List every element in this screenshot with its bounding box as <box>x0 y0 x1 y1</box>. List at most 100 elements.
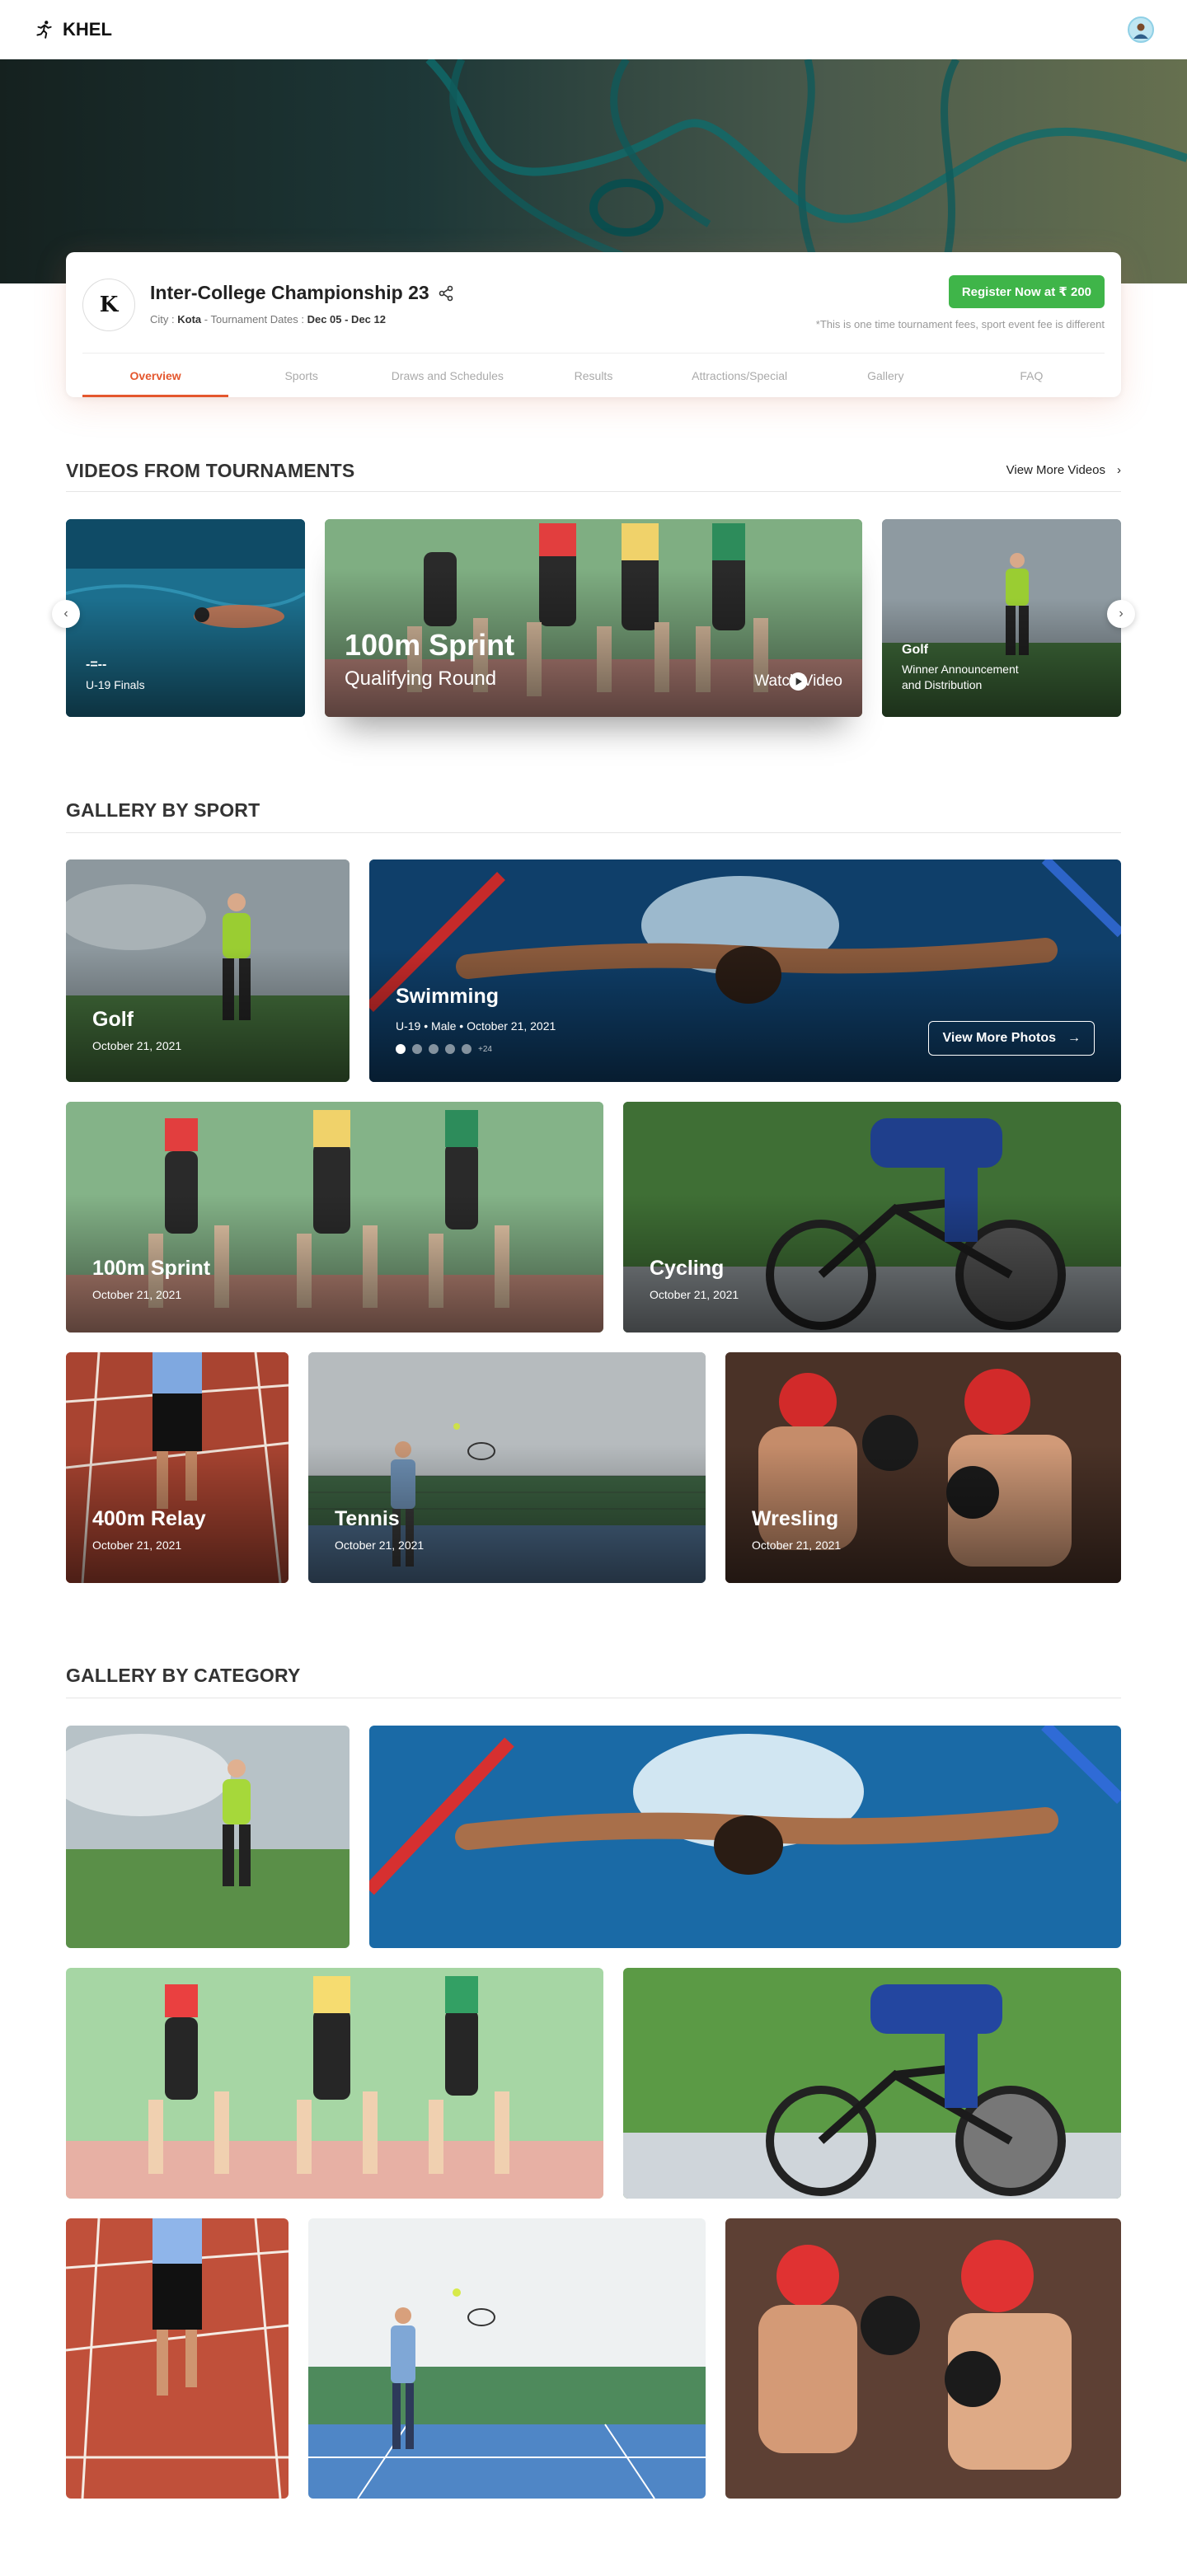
carousel-dot[interactable] <box>429 1044 439 1054</box>
category-photo-swimming[interactable] <box>369 1726 1121 1948</box>
sport-card-cycling[interactable]: Cycling October 21, 2021 <box>623 1102 1121 1332</box>
tournament-meta: City : Kota - Tournament Dates : Dec 05 … <box>150 313 386 326</box>
videos-section-title: VIDEOS FROM TOURNAMENTS <box>66 460 355 481</box>
sport-card-wrestling[interactable]: Wresling October 21, 2021 <box>725 1352 1121 1583</box>
carousel-prev-button[interactable]: ‹ <box>52 600 80 628</box>
play-icon <box>789 672 808 691</box>
sport-card-golf[interactable]: Golf October 21, 2021 <box>66 859 350 1082</box>
meta-separator: - <box>204 313 209 326</box>
sport-name: 400m Relay <box>92 1507 206 1530</box>
gallery-category-title: GALLERY BY CATEGORY <box>66 1665 301 1686</box>
chevron-right-icon: › <box>1117 463 1121 477</box>
sport-name: Wresling <box>752 1507 839 1530</box>
gallery-sport-divider <box>66 832 1121 833</box>
dates-label: Tournament Dates : <box>210 313 304 326</box>
bullet: • <box>459 1019 467 1033</box>
golf-photo <box>66 1726 350 1948</box>
brand-name: KHEL <box>63 19 112 40</box>
tab-overview[interactable]: Overview <box>82 354 229 397</box>
sport-name: 100m Sprint <box>92 1257 211 1280</box>
carousel-next-button[interactable]: › <box>1107 600 1135 628</box>
sport-date: October 21, 2021 <box>92 1288 182 1301</box>
cycling-photo <box>623 1968 1121 2199</box>
carousel-dot[interactable] <box>445 1044 455 1054</box>
video-title: 100m Sprint <box>345 628 515 662</box>
sport-date: October 21, 2021 <box>650 1288 739 1301</box>
sport-name: Golf <box>92 1008 134 1031</box>
view-more-videos-link[interactable]: View More Videos › <box>1006 463 1121 477</box>
sport-card-relay[interactable]: 400m Relay October 21, 2021 <box>66 1352 289 1583</box>
sport-name: Swimming <box>396 985 500 1008</box>
category-photo-relay[interactable] <box>66 2218 289 2499</box>
sport-name: Tennis <box>335 1507 400 1530</box>
sport-date: October 21, 2021 <box>335 1539 425 1552</box>
category-photo-tennis[interactable] <box>308 2218 706 2499</box>
category-photo-sprint[interactable] <box>66 1968 603 2199</box>
gallery-sport-title: GALLERY BY SPORT <box>66 799 260 821</box>
video-subtitle-line2: and Distribution <box>902 678 983 691</box>
boxing-photo <box>725 2218 1121 2499</box>
brand[interactable]: KHEL <box>33 19 112 40</box>
carousel-dot[interactable] <box>412 1044 422 1054</box>
carousel-dot[interactable] <box>462 1044 472 1054</box>
avatar[interactable] <box>1128 16 1154 43</box>
sport-date: October 21, 2021 <box>92 1039 182 1052</box>
chevron-left-icon: ‹ <box>63 607 68 621</box>
photo-dots: +24 <box>396 1044 492 1054</box>
city-value: Kota <box>177 313 202 326</box>
category-photo-boxing[interactable] <box>725 2218 1121 2499</box>
sport-card-tennis[interactable]: Tennis October 21, 2021 <box>308 1352 706 1583</box>
video-card[interactable]: -=-- U-19 Finals <box>66 519 305 717</box>
gender: Male <box>431 1019 457 1033</box>
video-subtitle-line1: Winner Announcement <box>902 663 1019 676</box>
runner-icon <box>36 21 52 39</box>
tab-faq[interactable]: FAQ <box>959 354 1105 397</box>
tournament-title-row: Inter-College Championship 23 <box>150 282 454 304</box>
tournament-logo: K <box>82 279 135 331</box>
video-subtitle: U-19 Finals <box>86 678 145 691</box>
sport-card-swimming[interactable]: Swimming U-19 • Male • October 21, 2021 … <box>369 859 1121 1082</box>
dates-value: Dec 05 - Dec 12 <box>307 313 386 326</box>
category-photo-golf[interactable] <box>66 1726 350 1948</box>
tournament-card: K Inter-College Championship 23 City : K… <box>66 252 1121 397</box>
video-subtitle: Qualifying Round <box>345 667 497 690</box>
tournament-tabs: Overview Sports Draws and Schedules Resu… <box>82 353 1105 397</box>
tab-gallery[interactable]: Gallery <box>813 354 959 397</box>
more-photos-count: +24 <box>478 1044 492 1054</box>
video-card-featured[interactable]: 100m Sprint Qualifying Round Watch Video <box>325 519 862 717</box>
user-avatar-icon <box>1133 23 1148 39</box>
page: KHEL K Inter-College Championship 23 Cit… <box>0 0 1187 2576</box>
chevron-right-icon: › <box>1119 607 1124 621</box>
city-label: City : <box>150 313 175 326</box>
video-title: Golf <box>902 643 928 657</box>
carousel-dot[interactable] <box>396 1044 406 1054</box>
sport-name: Cycling <box>650 1257 725 1280</box>
videos-divider <box>66 491 1121 492</box>
sport-meta: U-19 • Male • October 21, 2021 <box>396 1019 556 1033</box>
view-more-videos-label: View More Videos <box>1006 463 1105 477</box>
video-shade <box>882 598 1121 717</box>
hero-net-image <box>0 59 1187 283</box>
register-button[interactable]: Register Now at ₹ 200 <box>948 275 1105 308</box>
share-icon[interactable] <box>438 285 454 302</box>
swimming-photo <box>369 1726 1121 1948</box>
video-card[interactable]: Golf Winner Announcement and Distributio… <box>882 519 1121 717</box>
card-shade <box>369 948 1121 1082</box>
tab-attractions[interactable]: Attractions/Special <box>667 354 813 397</box>
fee-note: *This is one time tournament fees, sport… <box>815 318 1105 330</box>
view-more-photos-label: View More Photos <box>942 1031 1056 1045</box>
top-bar: KHEL <box>0 0 1187 59</box>
sport-card-sprint[interactable]: 100m Sprint October 21, 2021 <box>66 1102 603 1332</box>
view-more-photos-button[interactable]: View More Photos → <box>928 1021 1095 1056</box>
tab-results[interactable]: Results <box>520 354 666 397</box>
tennis-photo <box>308 2218 706 2499</box>
video-title: -=-- <box>86 658 107 672</box>
tournament-title: Inter-College Championship 23 <box>150 282 429 303</box>
tab-sports[interactable]: Sports <box>228 354 374 397</box>
category-photo-cycling[interactable] <box>623 1968 1121 2199</box>
age-group: U-19 <box>396 1019 421 1033</box>
watch-video-button[interactable]: Watch Video <box>754 672 842 691</box>
arrow-right-icon: → <box>1067 1031 1081 1045</box>
sport-date: October 21, 2021 <box>467 1019 556 1033</box>
tab-draws-and-schedules[interactable]: Draws and Schedules <box>374 354 520 397</box>
